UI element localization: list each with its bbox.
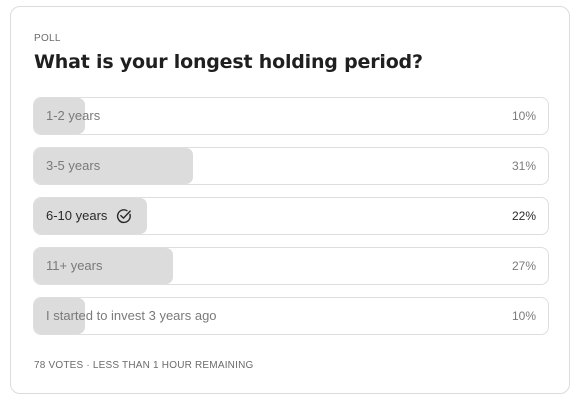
poll-option-percent: 10% bbox=[511, 309, 536, 323]
poll-option-label: 1-2 years bbox=[46, 98, 100, 134]
poll-eyebrow: POLL bbox=[34, 33, 61, 44]
poll-option-percent: 27% bbox=[511, 259, 536, 273]
poll-option-label: 3-5 years bbox=[46, 148, 100, 184]
poll-option-3-5-years[interactable]: 3-5 years 31% bbox=[33, 147, 549, 185]
poll-card: POLL What is your longest holding period… bbox=[10, 6, 570, 394]
poll-option-percent: 22% bbox=[511, 209, 536, 223]
poll-option-text: 6-10 years bbox=[46, 208, 108, 223]
poll-option-percent: 31% bbox=[511, 159, 536, 173]
poll-option-label: I started to invest 3 years ago bbox=[46, 298, 217, 334]
poll-footer: 78 VOTES · LESS THAN 1 HOUR REMAINING bbox=[34, 360, 254, 371]
poll-option-started-3-years-ago[interactable]: I started to invest 3 years ago 10% bbox=[33, 297, 549, 335]
poll-option-6-10-years[interactable]: 6-10 years 22% bbox=[33, 197, 549, 235]
poll-options: 1-2 years 10% 3-5 years 31% 6-10 years 2… bbox=[33, 97, 549, 347]
poll-option-11-plus-years[interactable]: 11+ years 27% bbox=[33, 247, 549, 285]
check-circle-icon bbox=[117, 209, 132, 224]
poll-option-text: 1-2 years bbox=[46, 108, 101, 123]
poll-question: What is your longest holding period? bbox=[34, 51, 423, 73]
poll-option-text: 11+ years bbox=[46, 258, 103, 273]
poll-option-label: 6-10 years bbox=[46, 198, 133, 234]
poll-option-1-2-years[interactable]: 1-2 years 10% bbox=[33, 97, 549, 135]
poll-option-text: 3-5 years bbox=[46, 158, 101, 173]
poll-option-label: 11+ years bbox=[46, 248, 103, 284]
poll-option-text: I started to invest 3 years ago bbox=[46, 308, 217, 323]
poll-option-percent: 10% bbox=[511, 109, 536, 123]
